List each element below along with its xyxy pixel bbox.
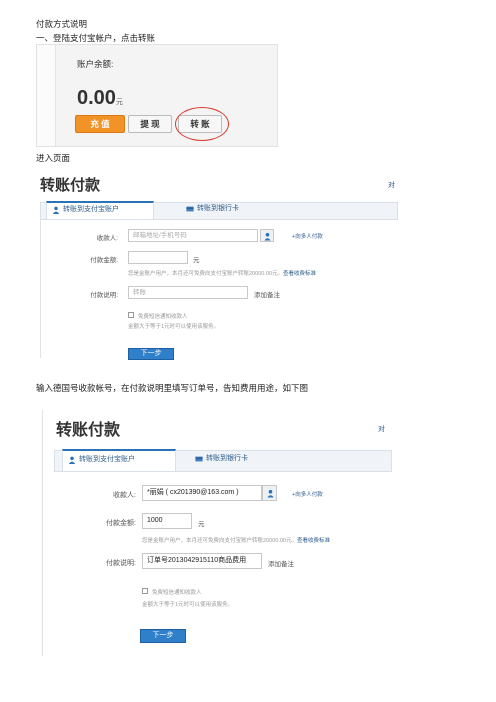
add-note-link[interactable]: 添加备注 xyxy=(268,558,294,568)
balance-unit: 元 xyxy=(116,99,123,106)
transfer-form-filled-screenshot: 转账付款 对 转账到支付宝账户 转账到银行卡 收款人: *丽娟 ( cx2013… xyxy=(42,410,392,656)
sms-hint: 金额大于等于1元时可以使用该服务。 xyxy=(142,602,234,608)
payee-input[interactable]: 邮箱地址/手机号码 xyxy=(128,229,258,242)
corner-link[interactable]: 对 xyxy=(388,180,395,190)
tab-bank-label: 转账到银行卡 xyxy=(206,455,248,462)
page-title: 转账付款 xyxy=(40,177,101,194)
tab-alipay-account[interactable]: 转账到支付宝账户 xyxy=(46,201,154,219)
panel-left-border xyxy=(40,218,41,358)
payee-input[interactable]: *丽娟 ( cx201390@163.com ) xyxy=(142,485,262,501)
fee-standard-link[interactable]: 查看收费标准 xyxy=(297,538,330,544)
amount-hint-text: 您是金账户用户，本月还可免费向支付宝账户转账20000.00元。 xyxy=(128,271,283,277)
contacts-button[interactable] xyxy=(262,485,277,501)
note-input[interactable]: 订单号2013042915110商品费用 xyxy=(142,553,262,569)
note-label: 付款说明: xyxy=(106,560,136,567)
next-button[interactable]: 下一步 xyxy=(128,348,174,360)
balance-label: 账户余额: xyxy=(77,59,114,69)
panel-left-border xyxy=(42,410,43,656)
amount-unit: 元 xyxy=(198,521,205,528)
next-button[interactable]: 下一步 xyxy=(140,629,186,643)
add-note-link[interactable]: 添加备注 xyxy=(254,289,280,299)
corner-link[interactable]: 对 xyxy=(378,424,385,434)
document-heading: 付款方式说明 xyxy=(36,20,88,30)
contacts-icon xyxy=(266,489,274,498)
tab-alipay-label: 转账到支付宝账户 xyxy=(63,206,119,213)
sms-label: 免费短信通知收款人 xyxy=(152,590,202,596)
amount-hint: 您是金账户用户，本月还可免费向支付宝账户转账20000.00元。查看收费标准 xyxy=(128,269,316,277)
balance-panel-screenshot: 账户余额: 0.00 元 充 值 提 现 转 账 xyxy=(36,44,278,147)
amount-label: 付款金额: xyxy=(90,257,118,264)
sms-checkbox[interactable] xyxy=(128,312,134,318)
step-3-text: 输入德国号收款帐号，在付款说明里填写订单号，告知费用用途，如下图 xyxy=(36,384,309,394)
user-icon xyxy=(52,206,60,214)
amount-label: 付款金额: xyxy=(106,520,136,527)
tab-bank-card[interactable]: 转账到银行卡 xyxy=(181,202,281,218)
highlight-circle xyxy=(175,107,229,141)
tab-bank-label: 转账到银行卡 xyxy=(197,205,239,212)
note-label: 付款说明: xyxy=(90,292,118,299)
step-2-text: 进入页面 xyxy=(36,154,71,164)
user-icon xyxy=(68,456,76,464)
withdraw-button[interactable]: 提 现 xyxy=(128,115,172,133)
sms-hint: 金额大于等于1元时可以使用该服务。 xyxy=(128,324,220,330)
amount-hint: 您是金账户用户，本月还可免费向支付宝账户转账20000.00元。查看收费标准 xyxy=(142,536,330,544)
payee-label: 收款人: xyxy=(96,235,118,242)
contacts-button[interactable] xyxy=(260,229,274,242)
tab-alipay-account[interactable]: 转账到支付宝账户 xyxy=(62,449,176,471)
panel-left-bar xyxy=(37,45,56,146)
bank-card-icon xyxy=(195,456,203,462)
payee-label: 收款人: xyxy=(113,492,136,499)
add-multiple-payees-link[interactable]: +向多人付款 xyxy=(292,490,323,498)
amount-unit: 元 xyxy=(193,257,200,264)
tab-alipay-label: 转账到支付宝账户 xyxy=(79,456,135,463)
page-title: 转账付款 xyxy=(56,422,121,439)
sms-label: 免费短信通知收款人 xyxy=(138,314,188,320)
sms-checkbox[interactable] xyxy=(142,588,148,594)
step-1-text: 一、登陆支付宝帐户，点击转账 xyxy=(36,34,156,44)
amount-input[interactable] xyxy=(128,251,188,264)
recharge-button[interactable]: 充 值 xyxy=(75,115,125,133)
add-multiple-payees-link[interactable]: +向多人付款 xyxy=(292,232,323,240)
amount-input[interactable]: 1000 xyxy=(142,513,192,529)
fee-standard-link[interactable]: 查看收费标准 xyxy=(283,271,316,277)
tab-bank-card[interactable]: 转账到银行卡 xyxy=(190,450,290,470)
amount-hint-text: 您是金账户用户，本月还可免费向支付宝账户转账20000.00元。 xyxy=(142,538,297,544)
transfer-form-empty-screenshot: 转账付款 对 转账到支付宝账户 转账到银行卡 收款人: 邮箱地址/手机号码 +向… xyxy=(36,168,398,368)
bank-card-icon xyxy=(186,206,194,212)
contacts-icon xyxy=(264,232,271,241)
balance-amount: 0.00 xyxy=(77,87,116,109)
note-input[interactable]: 转账 xyxy=(128,286,248,299)
